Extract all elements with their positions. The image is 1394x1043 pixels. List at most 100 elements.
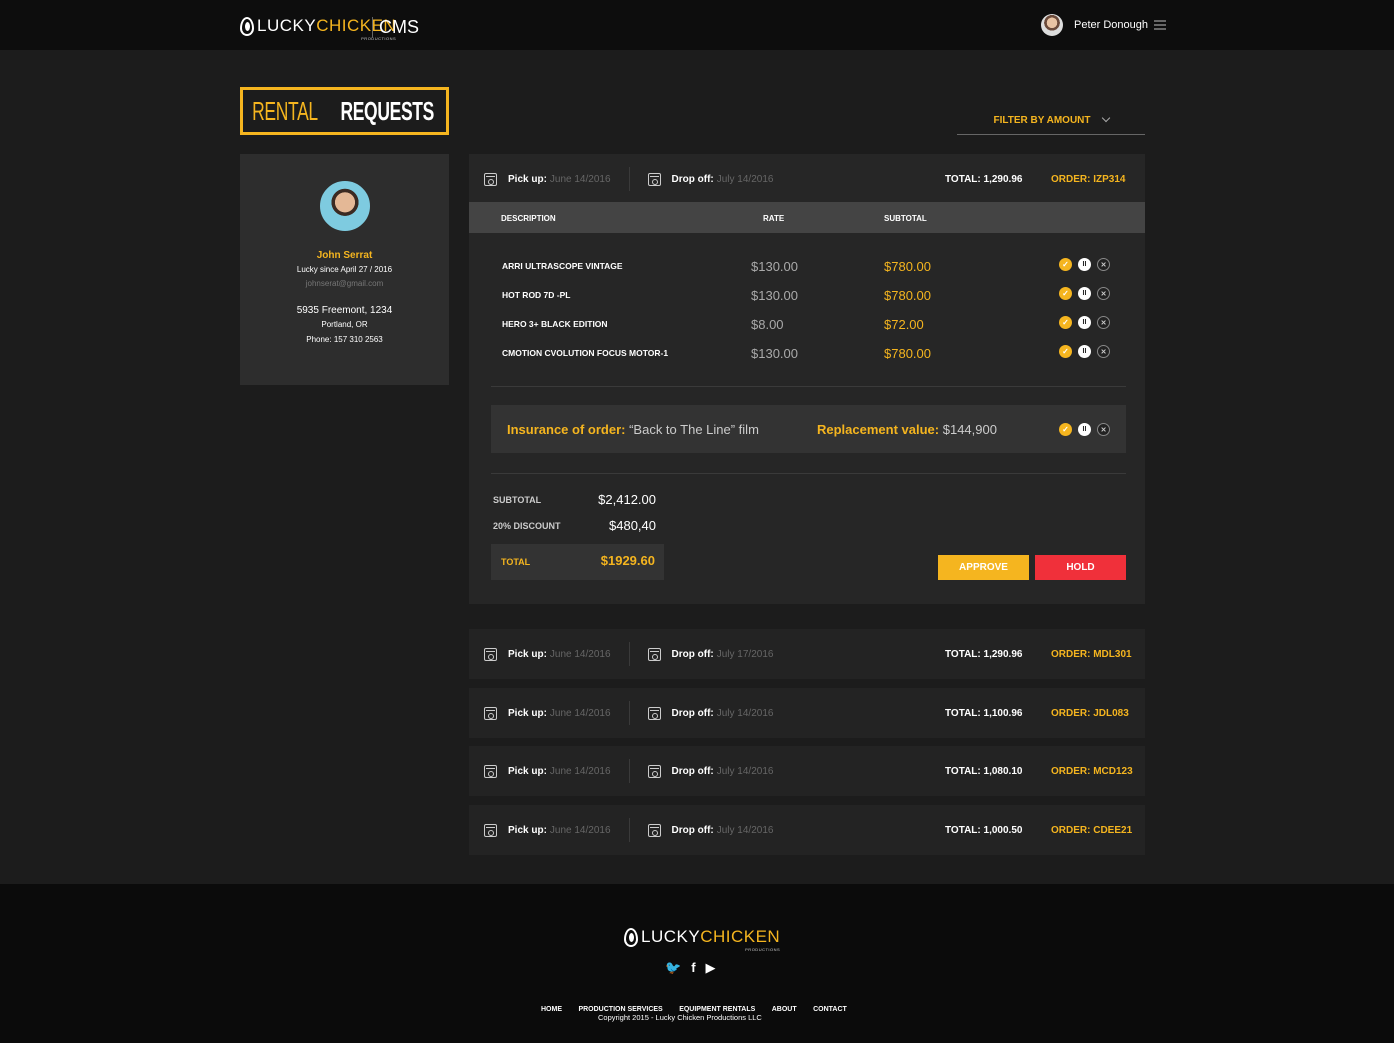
footer-link-equipment-rentals[interactable]: EQUIPMENT RENTALS	[679, 1006, 755, 1013]
insurance-value: “Back to The Line” film	[629, 422, 759, 437]
close-icon[interactable]: ✕	[1097, 345, 1110, 358]
pause-icon[interactable]: II	[1078, 258, 1091, 271]
customer-since: Lucky since April 27 / 2016	[296, 265, 393, 274]
pause-icon[interactable]: II	[1078, 287, 1091, 300]
logo-chicken-text: CHICKEN	[700, 927, 781, 946]
item-rate: $8.00	[751, 317, 784, 332]
dropoff-date: July 14/2016	[716, 765, 774, 777]
footer-link-home[interactable]: HOME	[541, 1006, 562, 1013]
items-table-header: DESCRIPTION RATE SUBTOTAL	[469, 202, 1145, 233]
order-total: TOTAL: 1,100.96	[945, 708, 1023, 719]
logo-lucky-text: LUCKY	[257, 16, 317, 35]
page-title: RENTAL REQUESTS	[240, 87, 449, 135]
hamburger-menu-icon[interactable]	[1154, 20, 1166, 30]
pause-icon[interactable]: II	[1078, 345, 1091, 358]
customer-card: John Serrat Lucky since April 27 / 2016 …	[240, 154, 449, 385]
divider	[628, 167, 630, 191]
order-row[interactable]: Pick up: June 14/2016 Drop off: July 17/20…	[469, 629, 1145, 679]
pickup-label: Pick up:	[508, 173, 547, 185]
close-icon[interactable]: ✕	[1097, 287, 1110, 300]
close-icon[interactable]: ✕	[1097, 258, 1110, 271]
hold-button[interactable]: HOLD	[1035, 555, 1126, 580]
order-id[interactable]: ORDER: IZP314	[1051, 174, 1125, 185]
replacement-value: $144,900	[942, 422, 997, 437]
order-id[interactable]: ORDER: MDL301	[1051, 649, 1132, 660]
facebook-icon[interactable]: f	[691, 960, 695, 976]
order-total: TOTAL: 1,000.50	[945, 825, 1023, 836]
pickup-label: Pick up:	[508, 824, 547, 836]
footer-logo[interactable]: LUCKY CHICKEN PRODUCTIONS	[624, 927, 781, 952]
filter-by-amount-dropdown[interactable]: FILTER BY AMOUNT	[957, 110, 1145, 135]
order-header[interactable]: Pick up: June 14/2016 Drop off: July 14/20…	[469, 154, 1145, 204]
close-icon[interactable]: ✕	[1097, 423, 1110, 436]
pause-icon[interactable]: II	[1078, 423, 1091, 436]
divider	[628, 818, 630, 842]
item-subtotal: $780.00	[884, 288, 931, 303]
pickup-label: Pick up:	[508, 707, 547, 719]
dropoff-date: July 17/2016	[716, 648, 774, 660]
order-id[interactable]: ORDER: CDEE21	[1051, 825, 1132, 836]
approve-check-icon[interactable]: ✓	[1059, 316, 1072, 329]
pickup-label: Pick up:	[508, 765, 547, 777]
twitter-icon[interactable]: 🐦	[665, 960, 681, 976]
divider	[491, 386, 1126, 387]
social-links: 🐦 f ▶	[665, 960, 716, 976]
item-description: ARRI ULTRASCOPE VINTAGE	[502, 261, 623, 271]
item-subtotal: $780.00	[884, 346, 931, 361]
order-id[interactable]: ORDER: MCD123	[1051, 766, 1133, 777]
pickup-date: June 14/2016	[549, 824, 611, 836]
dropoff-date: July 14/2016	[716, 824, 774, 836]
egg-icon	[624, 927, 638, 947]
replacement-text: Replacement value: $144,900	[817, 422, 997, 437]
approve-button[interactable]: APPROVE	[938, 555, 1029, 580]
dropoff-label: Drop off:	[671, 648, 714, 660]
order-row[interactable]: Pick up: June 14/2016 Drop off: July 14/20…	[469, 688, 1145, 738]
customer-address: 5935 Freemont, 1234	[296, 305, 393, 316]
approve-check-icon[interactable]: ✓	[1059, 258, 1072, 271]
pickup-date: June 14/2016	[549, 173, 611, 185]
user-name[interactable]: Peter Donough	[1074, 19, 1148, 31]
dropoff-label: Drop off:	[671, 824, 714, 836]
order-row[interactable]: Pick up: June 14/2016 Drop off: July 14/20…	[469, 805, 1145, 855]
item-rate: $130.00	[751, 346, 798, 361]
dropoff-label: Drop off:	[671, 173, 714, 185]
approve-check-icon[interactable]: ✓	[1059, 345, 1072, 358]
insurance-row: Insurance of order: “Back to The Line” f…	[491, 405, 1126, 453]
footer: LUCKY CHICKEN PRODUCTIONS 🐦 f ▶ HOME PROD…	[0, 884, 1394, 1043]
order-total: TOTAL: 1,290.96	[945, 174, 1023, 185]
approve-check-icon[interactable]: ✓	[1059, 423, 1072, 436]
order-total: TOTAL: 1,290.96	[945, 649, 1023, 660]
summary-subtotal-label: SUBTOTAL	[493, 495, 542, 505]
order-id[interactable]: ORDER: JDL083	[1051, 708, 1129, 719]
calendar-icon	[484, 706, 497, 720]
col-rate: RATE	[763, 214, 785, 223]
approve-check-icon[interactable]: ✓	[1059, 287, 1072, 300]
table-row: HERO 3+ BLACK EDITION $8.00 $72.00 ✓ II …	[469, 315, 1145, 335]
order-row[interactable]: Pick up: June 14/2016 Drop off: July 14/20…	[469, 746, 1145, 796]
divider	[628, 759, 630, 783]
close-icon[interactable]: ✕	[1097, 316, 1110, 329]
pause-icon[interactable]: II	[1078, 316, 1091, 329]
user-avatar[interactable]	[1041, 14, 1063, 36]
col-subtotal: SUBTOTAL	[884, 214, 927, 223]
customer-email[interactable]: johnserat@gmail.com	[240, 279, 449, 288]
customer-name[interactable]: John Serrat	[240, 250, 449, 261]
table-row: CMOTION CVOLUTION FOCUS MOTOR-1 $130.00 …	[469, 344, 1145, 364]
divider	[628, 642, 630, 666]
calendar-icon	[647, 823, 661, 837]
calendar-icon	[647, 172, 661, 186]
divider	[628, 701, 630, 725]
pickup-label: Pick up:	[508, 648, 547, 660]
logo-productions-text: PRODUCTIONS	[745, 947, 781, 952]
calendar-icon	[484, 647, 497, 661]
item-description: CMOTION CVOLUTION FOCUS MOTOR-1	[502, 348, 669, 358]
item-description: HERO 3+ BLACK EDITION	[502, 319, 608, 329]
footer-link-contact[interactable]: CONTACT	[813, 1006, 847, 1013]
youtube-icon[interactable]: ▶	[706, 960, 716, 976]
footer-link-production-services[interactable]: PRODUCTION SERVICES	[578, 1006, 662, 1013]
footer-link-about[interactable]: ABOUT	[772, 1006, 797, 1013]
order-total: TOTAL: 1,080.10	[945, 766, 1023, 777]
calendar-icon	[647, 706, 661, 720]
item-rate: $130.00	[751, 259, 798, 274]
dropoff-date: July 14/2016	[716, 707, 774, 719]
